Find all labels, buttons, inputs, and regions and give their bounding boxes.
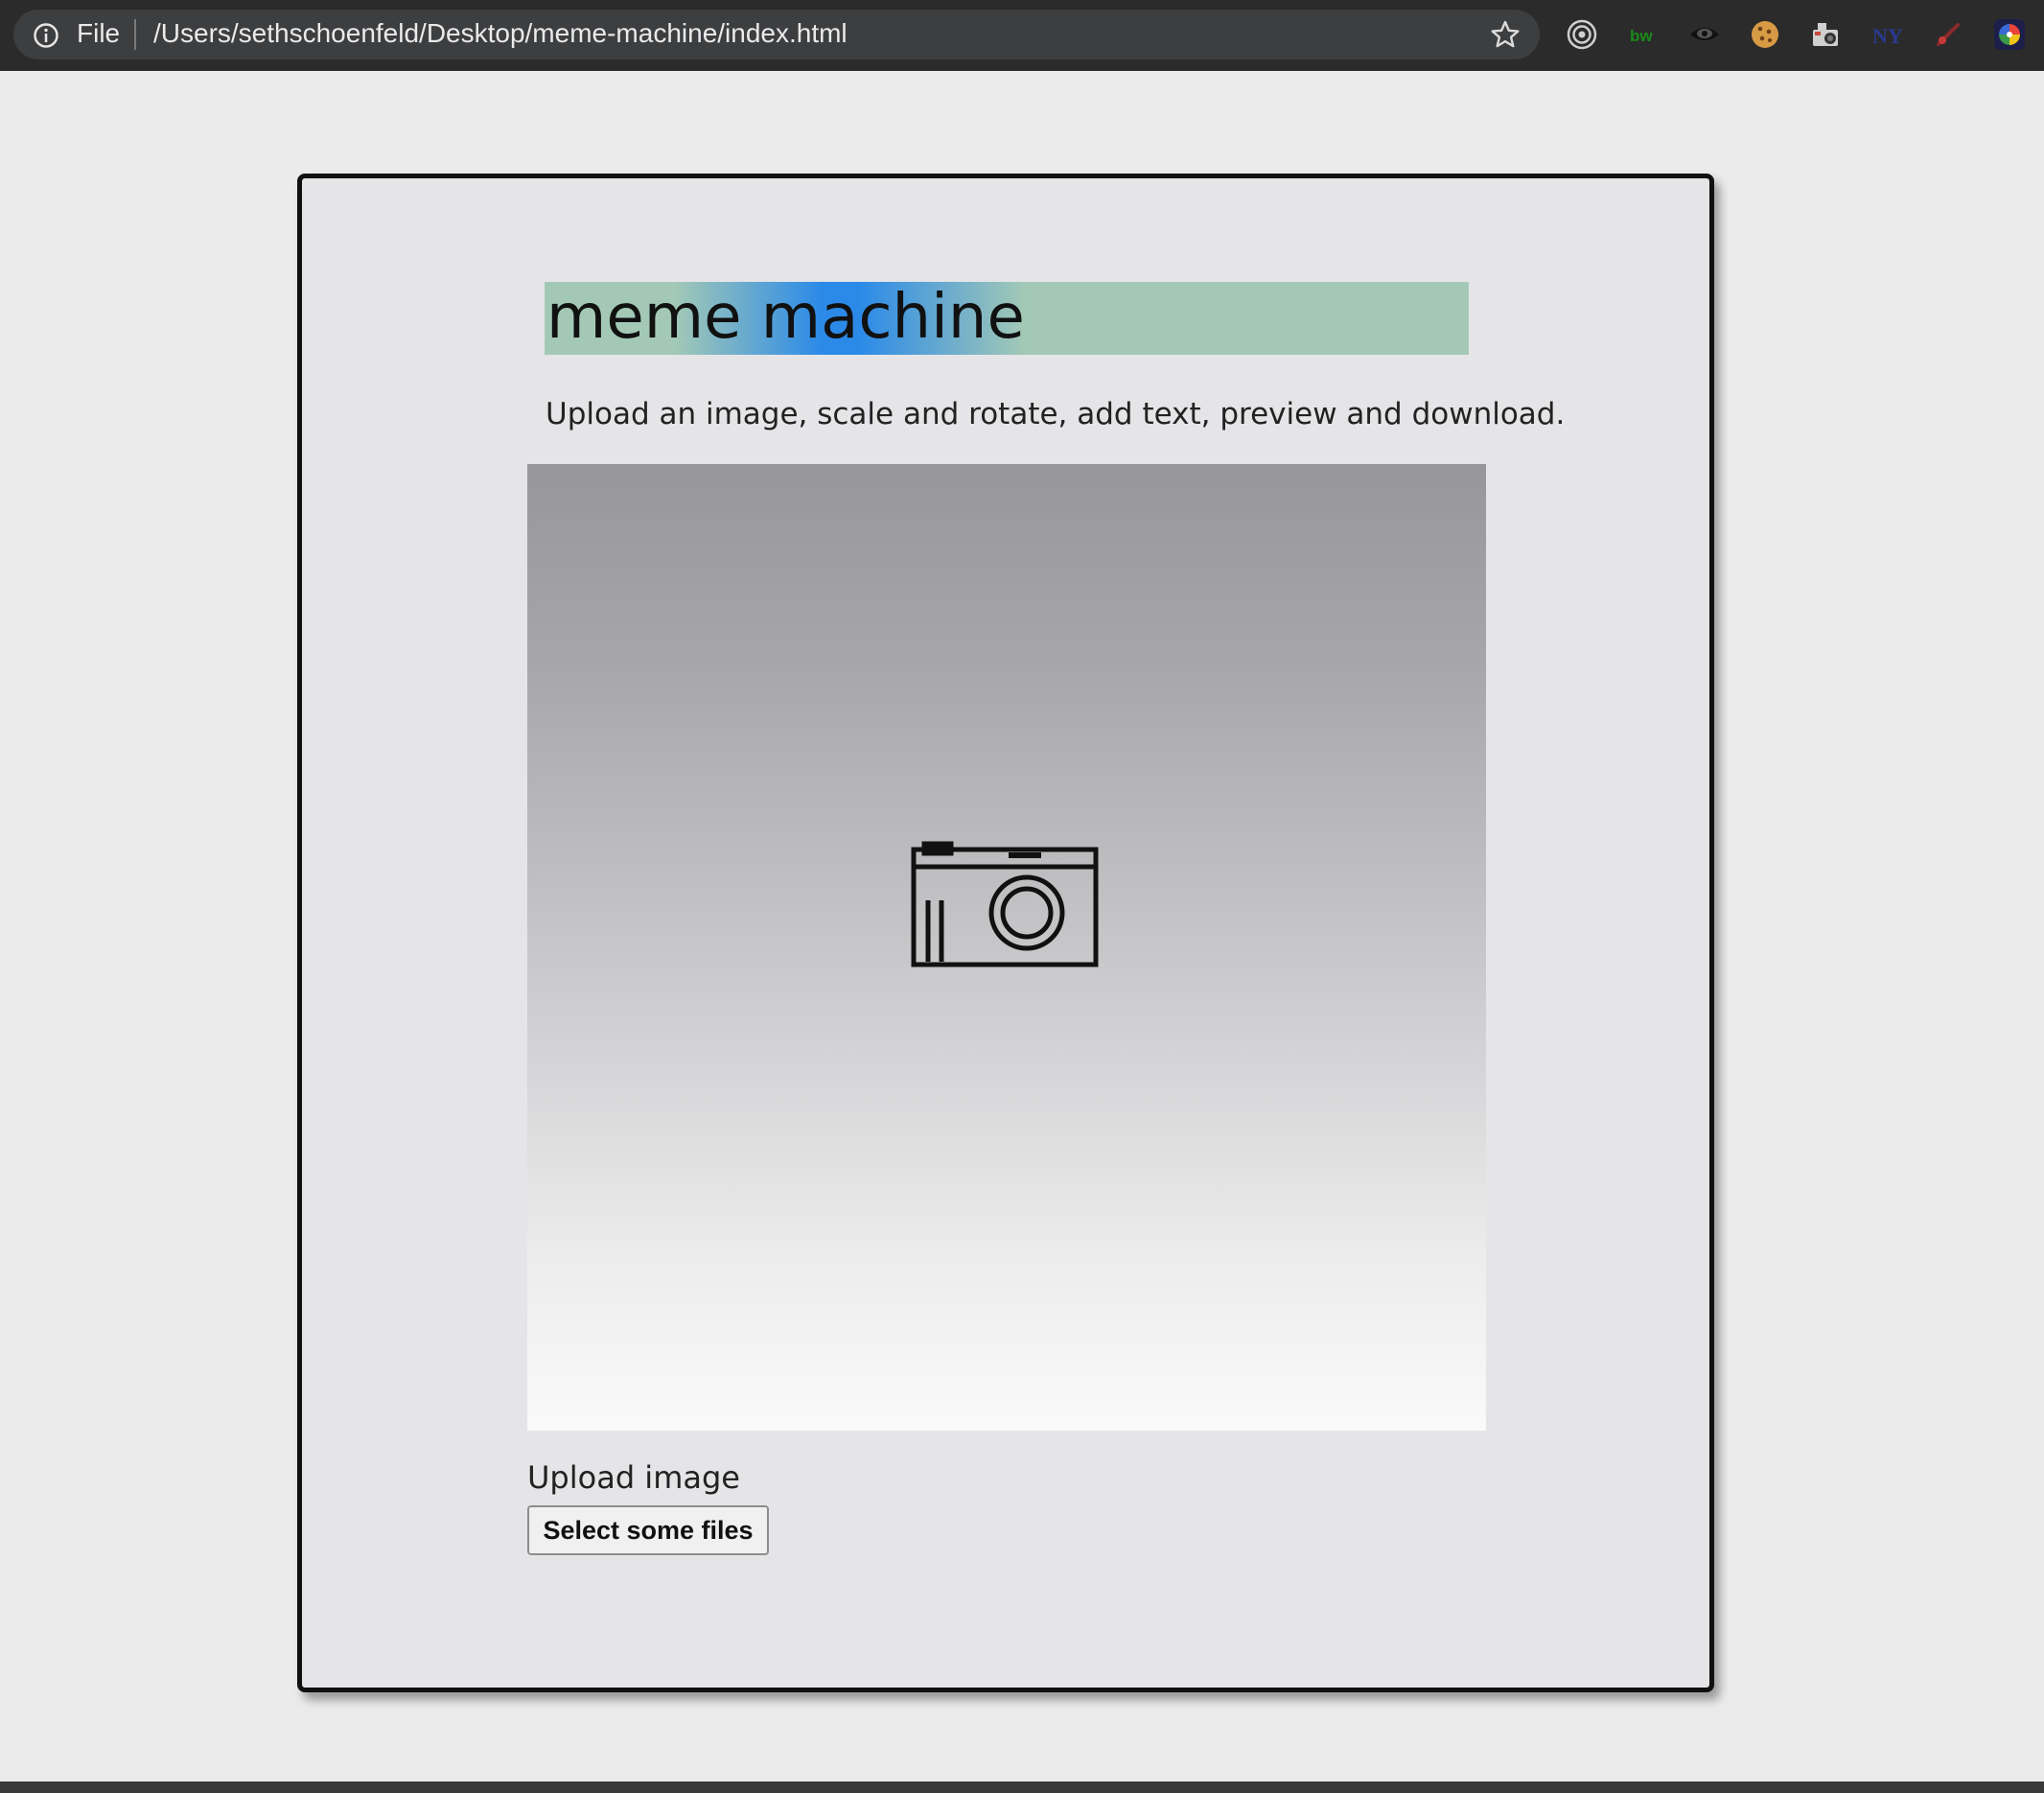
- info-icon[interactable]: [33, 22, 59, 49]
- bw-extension-icon[interactable]: bw: [1626, 17, 1661, 52]
- svg-text:NY: NY: [1872, 24, 1903, 48]
- window-bottom-edge: [0, 1781, 2044, 1793]
- url-scheme-label: File: [77, 18, 121, 48]
- color-wheel-extension-icon[interactable]: [1992, 17, 2027, 52]
- nyt-extension-icon[interactable]: NY: [1870, 17, 1905, 52]
- svg-text:bw: bw: [1630, 27, 1653, 45]
- page-subtitle: Upload an image, scale and rotate, add t…: [546, 397, 1566, 431]
- select-files-button[interactable]: Select some files: [527, 1505, 769, 1555]
- pen-extension-icon[interactable]: [1931, 17, 1965, 52]
- page-title: meme machine: [546, 282, 1025, 353]
- camera-icon: [911, 841, 1099, 967]
- camera-extension-icon[interactable]: [1809, 17, 1844, 52]
- url-text[interactable]: /Users/sethschoenfeld/Desktop/meme-machi…: [153, 18, 848, 49]
- cookie-extension-icon[interactable]: [1748, 17, 1782, 52]
- eye-extension-icon[interactable]: [1687, 17, 1722, 52]
- target-icon[interactable]: [1565, 17, 1599, 52]
- bookmark-star-icon[interactable]: [1490, 19, 1521, 50]
- upload-image-label: Upload image: [527, 1459, 740, 1496]
- browser-toolbar: File /Users/sethschoenfeld/Desktop/meme-…: [0, 0, 2044, 71]
- url-divider: [134, 19, 136, 50]
